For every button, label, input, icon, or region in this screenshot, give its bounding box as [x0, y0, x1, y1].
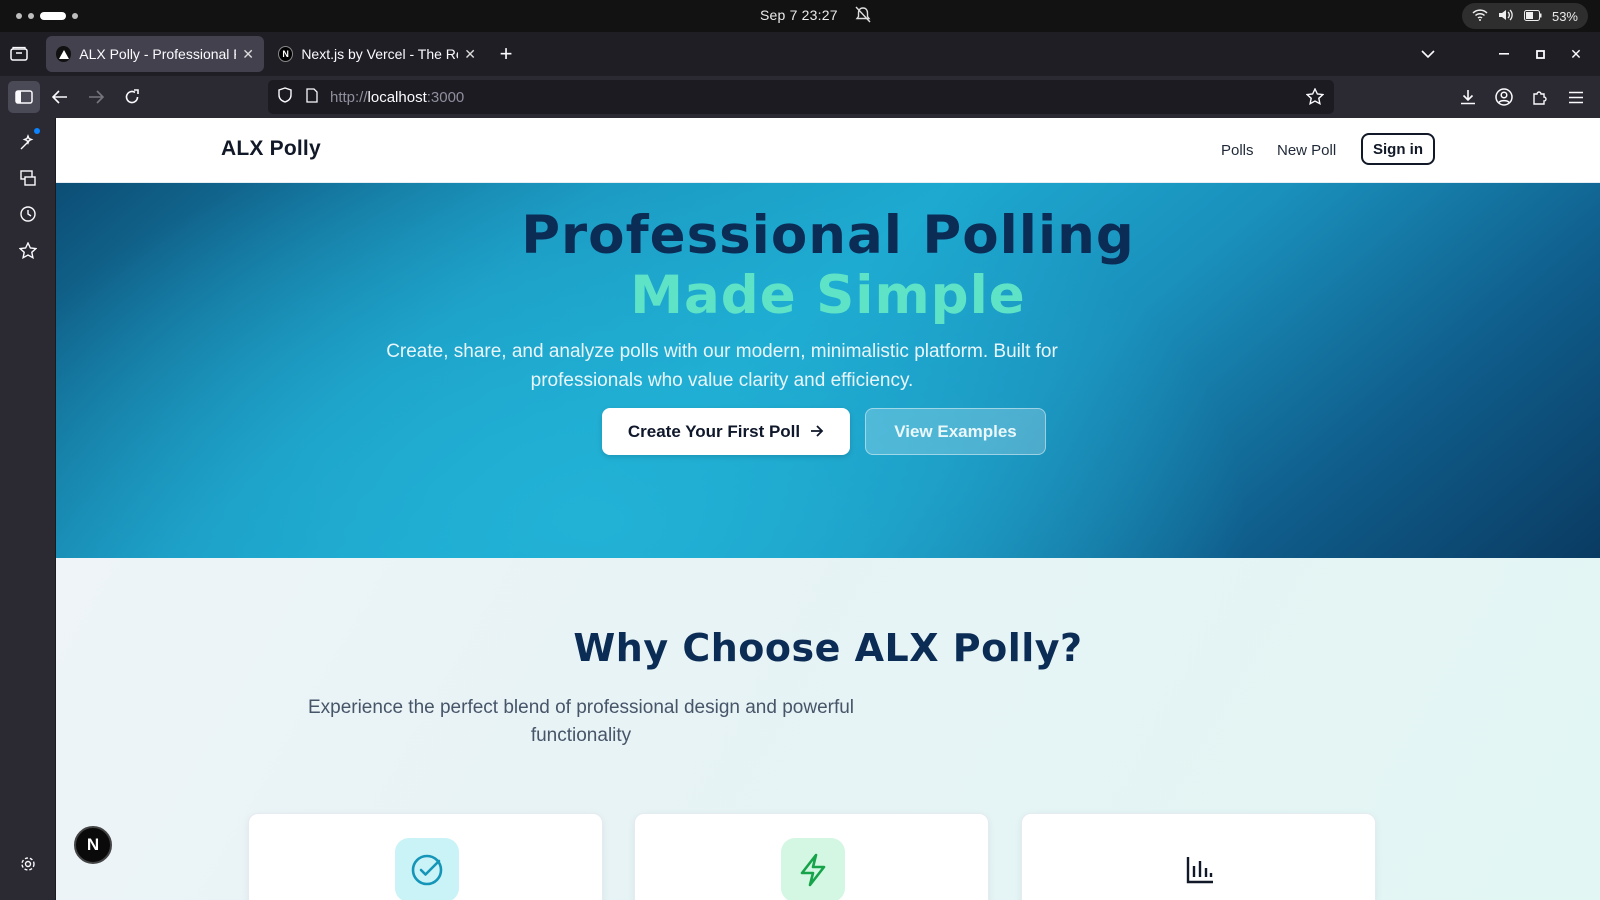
- features-subtitle: Experience the perfect blend of professi…: [307, 697, 855, 746]
- browser-toolbar: http://localhost:3000: [0, 76, 1600, 118]
- active-workspace-pill: [40, 12, 66, 20]
- features-title: Why Choose ALX Polly?: [573, 626, 1083, 670]
- hero-section: Professional Polling Made Simple Create,…: [56, 183, 1600, 558]
- notification-dot: [34, 128, 40, 134]
- tracking-protection-shield-icon[interactable]: [278, 87, 292, 107]
- vercel-triangle-icon: [56, 46, 72, 62]
- nav-link-new-poll[interactable]: New Poll: [1277, 142, 1336, 159]
- feature-card: [634, 813, 989, 900]
- notifications-muted-icon: [855, 6, 871, 27]
- sidebar-toggle-icon[interactable]: [8, 81, 40, 113]
- arrow-right-icon: [810, 422, 824, 442]
- hero-title-line-1: Professional Polling: [521, 205, 1135, 266]
- ai-chatbot-sparkle-icon[interactable]: [16, 128, 40, 154]
- reload-icon[interactable]: [120, 85, 144, 109]
- workspace-dot: [16, 13, 22, 19]
- brand-logo-text[interactable]: ALX Polly: [221, 137, 321, 161]
- volume-icon: [1498, 9, 1514, 24]
- nextjs-dev-tools-badge[interactable]: N: [74, 826, 112, 864]
- close-tab-icon[interactable]: ✕: [242, 46, 254, 63]
- tab-title: Next.js by Vercel - The Re: [301, 46, 459, 62]
- hamburger-menu-icon[interactable]: [1564, 85, 1588, 109]
- tab-title: ALX Polly - Professional P: [79, 46, 237, 62]
- extensions-puzzle-icon[interactable]: [1528, 85, 1552, 109]
- sign-in-button[interactable]: Sign in: [1361, 133, 1435, 165]
- wifi-icon: [1472, 8, 1488, 24]
- bar-chart-icon: [1168, 838, 1232, 900]
- features-section: Why Choose ALX Polly? Experience the per…: [56, 558, 1600, 900]
- system-status-menu[interactable]: 53%: [1461, 3, 1588, 29]
- nav-link-polls[interactable]: Polls: [1221, 142, 1254, 159]
- close-tab-icon[interactable]: ✕: [464, 46, 476, 63]
- check-circle-icon: [395, 838, 459, 900]
- workspace-indicator[interactable]: [16, 12, 78, 20]
- sidebar-settings-gear-icon[interactable]: [16, 852, 40, 876]
- list-all-tabs-chevron-icon[interactable]: [1416, 42, 1440, 66]
- battery-icon: [1523, 9, 1542, 24]
- page-viewport: ALX Polly Polls New Poll Sign in Profess…: [56, 118, 1600, 900]
- url-text[interactable]: http://localhost:3000: [330, 89, 464, 106]
- site-header: ALX Polly Polls New Poll Sign in: [56, 118, 1600, 183]
- history-clock-icon[interactable]: [16, 202, 40, 226]
- hero-title-line-2: Made Simple: [630, 265, 1026, 326]
- workspace-dot: [72, 13, 78, 19]
- synced-tabs-icon[interactable]: [16, 166, 40, 190]
- forward-arrow-icon[interactable]: [84, 85, 108, 109]
- tab-alx-polly[interactable]: ALX Polly - Professional P ✕: [46, 36, 264, 72]
- account-icon[interactable]: [1492, 85, 1516, 109]
- view-examples-button[interactable]: View Examples: [865, 408, 1046, 455]
- hero-subtitle: Create, share, and analyze polls with ou…: [386, 341, 1058, 391]
- os-top-bar: Sep 7 23:27 53%: [0, 0, 1600, 32]
- feature-card: [1021, 813, 1376, 900]
- bookmark-star-icon[interactable]: [1305, 87, 1325, 109]
- tab-nextjs[interactable]: N Next.js by Vercel - The Re ✕: [268, 36, 486, 72]
- maximize-window-icon[interactable]: [1528, 42, 1552, 66]
- close-window-icon[interactable]: ✕: [1564, 42, 1588, 66]
- workspace-dot: [28, 13, 34, 19]
- back-arrow-icon[interactable]: [48, 85, 72, 109]
- system-clock[interactable]: Sep 7 23:27: [760, 7, 838, 23]
- minimize-window-icon[interactable]: [1492, 42, 1516, 66]
- page-info-icon[interactable]: [306, 87, 318, 107]
- downloads-icon[interactable]: [1456, 85, 1480, 109]
- browser-tab-strip: ALX Polly - Professional P ✕ N Next.js b…: [0, 32, 1600, 76]
- browser-sidebar: [0, 118, 56, 900]
- url-port: :3000: [426, 88, 465, 106]
- nextjs-logo-icon: N: [278, 46, 294, 62]
- firefox-view-icon[interactable]: [8, 44, 30, 64]
- create-first-poll-label: Create Your First Poll: [627, 421, 801, 441]
- url-host: localhost: [367, 88, 427, 106]
- new-tab-plus-icon[interactable]: +: [494, 41, 518, 66]
- url-protocol: http://: [330, 88, 368, 106]
- create-first-poll-button[interactable]: Create Your First Poll: [602, 408, 850, 455]
- bookmarks-star-icon[interactable]: [16, 238, 40, 262]
- battery-percentage: 53%: [1551, 8, 1578, 24]
- address-bar[interactable]: http://localhost:3000: [268, 80, 1334, 114]
- lightning-icon: [781, 838, 845, 900]
- feature-card: [248, 813, 603, 900]
